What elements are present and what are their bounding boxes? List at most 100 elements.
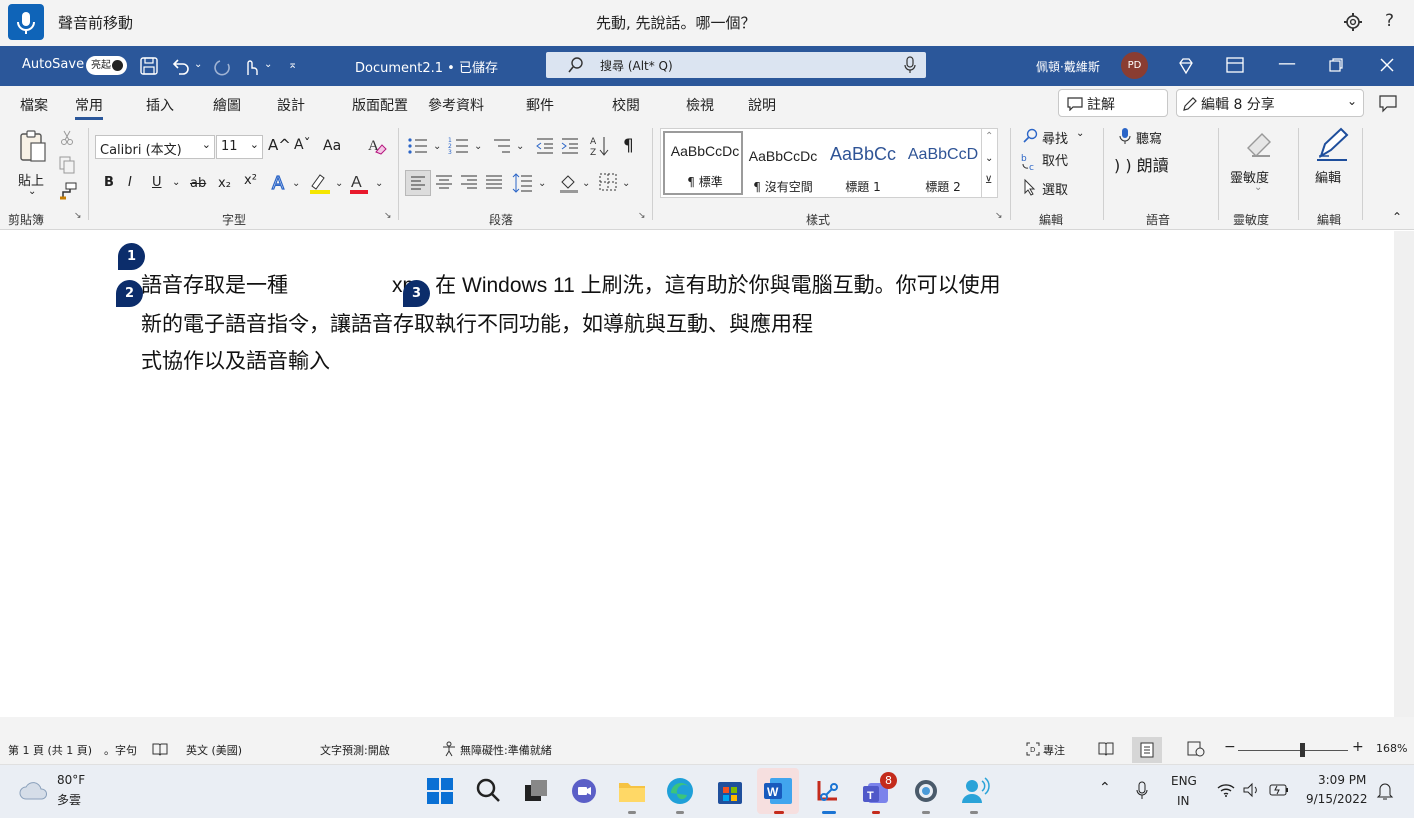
read-aloud-button[interactable]: ) ) 朗讀	[1114, 152, 1169, 176]
autosave-toggle[interactable]: 亮起	[86, 56, 127, 75]
document-line-3[interactable]: 式協作以及語音輸入	[141, 345, 330, 375]
multilevel-list-icon[interactable]: ⌄	[490, 136, 526, 156]
voice-access-number-badge[interactable]: 1	[118, 243, 145, 270]
font-color-icon[interactable]: A ⌄	[348, 172, 386, 194]
tab-file[interactable]: 檔案	[20, 95, 48, 115]
touch-mode-icon[interactable]	[240, 55, 260, 77]
clear-formatting-icon[interactable]: A	[366, 136, 388, 156]
weather-description[interactable]: 多雲	[57, 791, 81, 808]
italic-button[interactable]: I	[128, 175, 132, 190]
chat-icon[interactable]	[566, 773, 602, 809]
font-size-select[interactable]: 11 ⌄	[216, 135, 263, 159]
chevron-up-icon[interactable]: ⌃	[1099, 780, 1111, 796]
document-canvas[interactable]	[0, 231, 1394, 717]
voice-access-mic-button[interactable]	[8, 4, 44, 40]
align-right-icon[interactable]	[458, 172, 480, 194]
chevron-down-icon[interactable]: ⌄	[1076, 128, 1084, 139]
justify-icon[interactable]	[483, 172, 505, 194]
customize-qat-icon[interactable]: ⌅	[288, 58, 297, 71]
superscript-button[interactable]: x²	[244, 173, 257, 188]
notification-bell-icon[interactable]	[1376, 781, 1394, 801]
avatar[interactable]: PD	[1121, 52, 1148, 79]
find-button[interactable]: 尋找	[1042, 128, 1068, 147]
zoom-in-button[interactable]: +	[1352, 739, 1364, 755]
bold-button[interactable]: B	[104, 175, 114, 190]
microphone-icon[interactable]	[902, 56, 918, 74]
align-center-icon[interactable]	[433, 172, 455, 194]
collapse-ribbon-icon[interactable]: ⌃	[1392, 210, 1402, 224]
copy-icon[interactable]	[59, 156, 77, 174]
editing-share-button[interactable]: 編輯 8 分享 ⌄	[1176, 89, 1364, 117]
document-line-1-start[interactable]: 語音存取是一種	[141, 269, 288, 299]
wifi-icon[interactable]	[1216, 782, 1236, 798]
voice-access-number-badge[interactable]: 2	[116, 280, 143, 307]
file-explorer-icon[interactable]	[614, 773, 650, 809]
cloud-icon[interactable]	[18, 779, 50, 801]
page-count[interactable]: 第 1 頁 (共 1 頁)	[8, 742, 92, 758]
bullets-icon[interactable]: ⌄	[407, 136, 443, 156]
proofing-book-icon[interactable]	[152, 742, 168, 756]
focus-button[interactable]: 專注	[1043, 742, 1065, 758]
select-button[interactable]: 選取	[1042, 179, 1068, 198]
format-painter-icon[interactable]	[58, 182, 78, 200]
vertical-scrollbar[interactable]	[1394, 231, 1414, 717]
comments-button[interactable]: 註解	[1058, 89, 1168, 117]
text-prediction-status[interactable]: 文字預測:開啟	[320, 742, 390, 758]
tab-home[interactable]: 常用	[75, 95, 103, 120]
more-styles-icon[interactable]: ⊻	[985, 175, 992, 186]
dialog-launcher-icon[interactable]: ↘	[384, 211, 392, 221]
tab-insert[interactable]: 插入	[146, 95, 174, 115]
tab-help[interactable]: 說明	[748, 95, 776, 115]
paste-button[interactable]: 貼上 ⌄	[10, 126, 56, 200]
decrease-indent-icon[interactable]	[535, 136, 555, 156]
microsoft-store-icon[interactable]	[712, 773, 748, 809]
settings-gear-icon[interactable]	[908, 773, 944, 809]
zoom-level[interactable]: 168%	[1376, 742, 1407, 755]
close-icon[interactable]	[1380, 58, 1394, 72]
increase-indent-icon[interactable]	[560, 136, 580, 156]
diamond-icon[interactable]	[1176, 56, 1196, 76]
dialog-launcher-icon[interactable]: ↘	[995, 211, 1003, 221]
editor-icon[interactable]	[1313, 126, 1351, 164]
chevron-down-icon[interactable]: ⌄	[985, 153, 993, 164]
sort-icon[interactable]: AZ	[589, 134, 611, 158]
microphone-icon[interactable]	[1135, 781, 1149, 801]
undo-icon[interactable]	[170, 56, 192, 76]
style-normal[interactable]: AaBbCcDc ¶ 標準	[663, 131, 743, 195]
clock-date[interactable]: 9/15/2022	[1306, 792, 1368, 806]
touch-dropdown-icon[interactable]: ⌄	[264, 59, 272, 70]
cut-icon[interactable]	[60, 130, 74, 146]
zoom-slider[interactable]	[1238, 750, 1348, 751]
windows-start-icon[interactable]	[422, 773, 458, 809]
tab-review[interactable]: 校閱	[612, 95, 640, 115]
borders-icon[interactable]: ⌄	[598, 172, 634, 194]
clock-time[interactable]: 3:09 PM	[1318, 773, 1366, 787]
numbering-icon[interactable]: 123 ⌄	[448, 136, 484, 156]
grow-font-button[interactable]: A^	[268, 136, 291, 154]
dialog-launcher-icon[interactable]: ↘	[74, 211, 82, 221]
weather-temperature[interactable]: 80°F	[57, 773, 85, 787]
save-icon[interactable]	[139, 56, 159, 76]
shading-icon[interactable]: ⌄	[558, 172, 594, 194]
ribbon-display-icon[interactable]	[1226, 57, 1244, 73]
battery-icon[interactable]	[1268, 782, 1290, 798]
restore-icon[interactable]	[1329, 58, 1343, 72]
volume-icon[interactable]	[1242, 782, 1262, 798]
help-icon[interactable]: ?	[1385, 11, 1394, 31]
sensitivity-button[interactable]: 靈敏度	[1230, 167, 1269, 186]
undo-dropdown-icon[interactable]: ⌄	[194, 59, 202, 70]
text-effects-icon[interactable]: A ⌄	[270, 172, 306, 194]
tab-layout[interactable]: 版面配置	[352, 95, 408, 115]
tab-design[interactable]: 設計	[277, 95, 305, 115]
replace-button[interactable]: 取代	[1042, 150, 1068, 169]
dialog-launcher-icon[interactable]: ↘	[638, 211, 646, 221]
document-line-1-end[interactable]: xp。在 Windows 11 上刷洗，這有助於你與電腦互動。你可以使用	[392, 269, 1001, 299]
style-no-spacing[interactable]: AaBbCcDc ¶ 沒有空間	[743, 138, 823, 196]
print-layout-button[interactable]	[1132, 737, 1162, 763]
highlight-icon[interactable]: ⌄	[308, 172, 344, 194]
style-heading-2[interactable]: AaBbCcD 標題 2	[903, 138, 983, 196]
line-spacing-icon[interactable]: ⌄	[512, 172, 548, 194]
zoom-out-button[interactable]: −	[1224, 739, 1236, 755]
style-heading-1[interactable]: AaBbCc 標題 1	[823, 138, 903, 196]
input-language-top[interactable]: ENG	[1171, 774, 1197, 788]
